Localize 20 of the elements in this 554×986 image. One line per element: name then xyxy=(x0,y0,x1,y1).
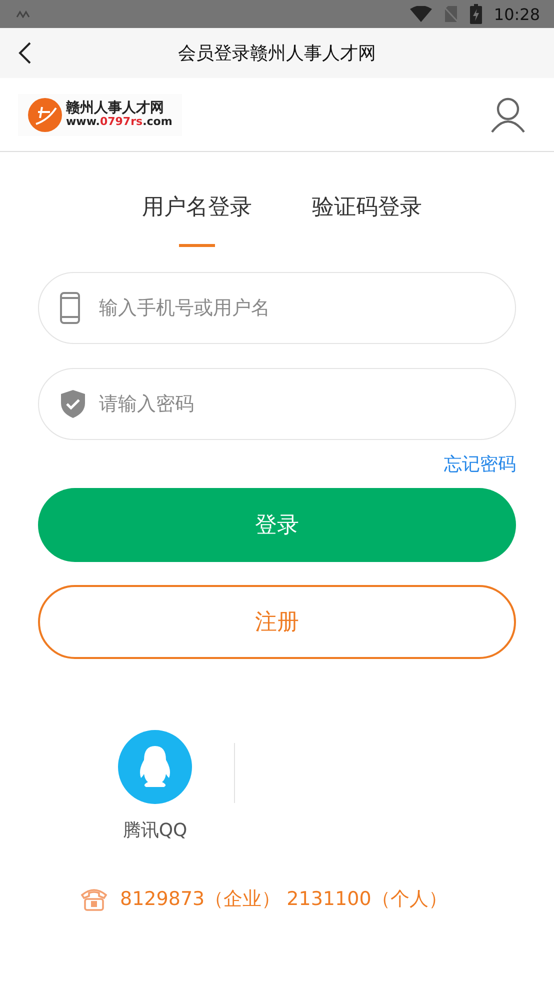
battery-icon xyxy=(470,4,482,24)
contact-phone-numbers: 8129873（企业） 2131100（个人） xyxy=(120,887,448,912)
no-sim-icon xyxy=(444,5,458,23)
logo-name: 赣州人事人才网 xyxy=(66,101,165,116)
back-icon[interactable] xyxy=(18,41,32,65)
status-time: 10:28 xyxy=(494,4,540,24)
username-field[interactable]: 输入手机号或用户名 xyxy=(38,272,516,344)
logo-url: www.0797rs.com xyxy=(66,116,172,128)
logo-emblem-icon xyxy=(28,98,62,132)
login-button[interactable]: 登录 xyxy=(38,488,516,562)
login-tab[interactable]: 用户名登录 xyxy=(142,192,252,261)
telephone-icon xyxy=(80,887,108,911)
window-title: 会员登录赣州人事人才网 xyxy=(177,42,377,65)
password-field[interactable]: 请输入密码 xyxy=(38,368,516,440)
forgot-password-link[interactable]: 忘记密码 xyxy=(444,452,516,476)
register-button[interactable]: 注册 xyxy=(38,585,516,659)
social-login-label: 腾讯QQ xyxy=(122,819,188,842)
wifi-icon xyxy=(410,6,432,22)
user-icon[interactable] xyxy=(490,96,526,132)
login-tab[interactable]: 验证码登录 xyxy=(312,192,422,261)
